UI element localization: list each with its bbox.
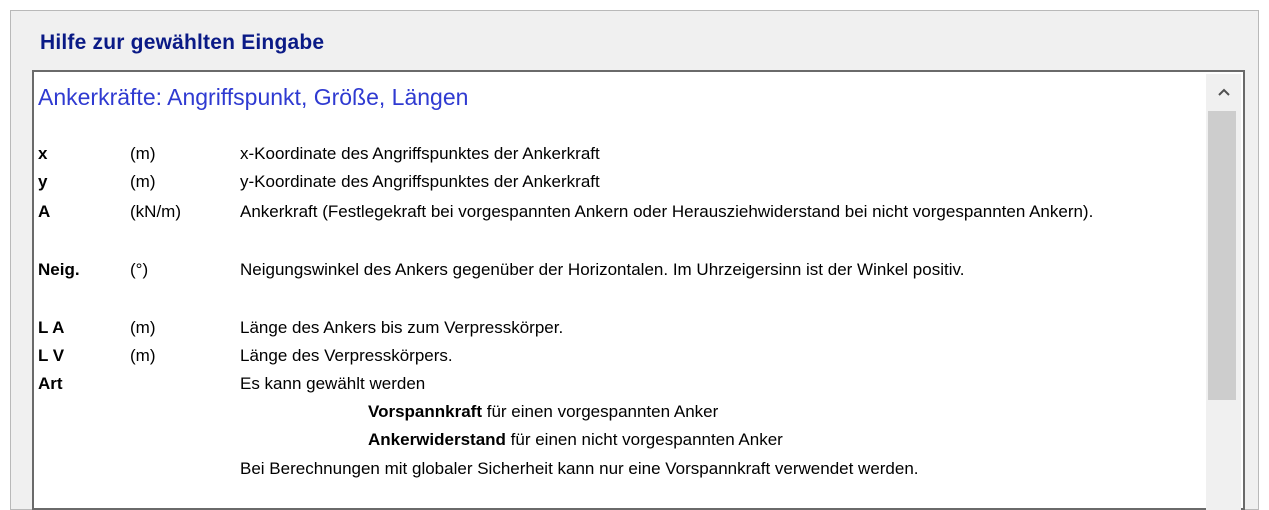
- vertical-scrollbar[interactable]: [1206, 74, 1241, 510]
- param-symbol: L A: [38, 318, 65, 337]
- param-unit: (kN/m): [130, 202, 181, 221]
- param-unit: (m): [130, 346, 156, 365]
- option-term: Ankerwiderstand: [368, 430, 506, 449]
- param-symbol: x: [38, 144, 48, 163]
- option-text: für einen nicht vorgespannten Anker: [505, 430, 783, 449]
- param-description: Länge des Verpresskörpers.: [240, 346, 453, 365]
- chevron-up-icon: [1217, 88, 1230, 96]
- param-symbol: L V: [38, 346, 65, 365]
- group-title: Hilfe zur gewählten Eingabe: [40, 31, 325, 54]
- help-heading: Ankerkräfte: Angriffspunkt, Größe, Länge…: [38, 84, 469, 110]
- param-unit: (m): [130, 172, 156, 191]
- param-description: x-Koordinate des Angriffspunktes der Ank…: [240, 144, 600, 163]
- param-symbol: Neig.: [38, 260, 80, 279]
- footer-note: Bei Berechnungen mit globaler Sicherheit…: [240, 459, 919, 478]
- param-symbol: Art: [38, 374, 63, 393]
- param-description: Es kann gewählt werden: [240, 374, 426, 393]
- param-unit: (°): [130, 260, 149, 279]
- option-vorspannkraft: Vorspannkraft für einen vorgespannten An…: [368, 400, 718, 424]
- param-description: Ankerkraft (Festlegekraft bei vorgespann…: [240, 202, 1094, 221]
- help-window: Hilfe zur gewählten Eingabe Ankerkräfte:…: [0, 0, 1269, 510]
- help-content: Ankerkräfte: Angriffspunkt, Größe, Länge…: [38, 76, 1203, 496]
- param-unit: (m): [130, 144, 156, 163]
- param-description: y-Koordinate des Angriffspunktes der Ank…: [240, 172, 600, 191]
- option-ankerwiderstand: Ankerwiderstand für einen nicht vorgespa…: [368, 428, 783, 452]
- param-description: Länge des Ankers bis zum Verpresskörper.: [240, 318, 564, 337]
- param-symbol: y: [38, 172, 48, 191]
- option-term: Vorspannkraft: [368, 402, 482, 421]
- scroll-up-button[interactable]: [1206, 74, 1241, 110]
- option-text: für einen vorgespannten Anker: [482, 402, 719, 421]
- param-description: Neigungswinkel des Ankers gegenüber der …: [240, 260, 965, 279]
- param-symbol: A: [38, 202, 51, 221]
- scrollbar-thumb[interactable]: [1208, 111, 1236, 400]
- param-unit: (m): [130, 318, 156, 337]
